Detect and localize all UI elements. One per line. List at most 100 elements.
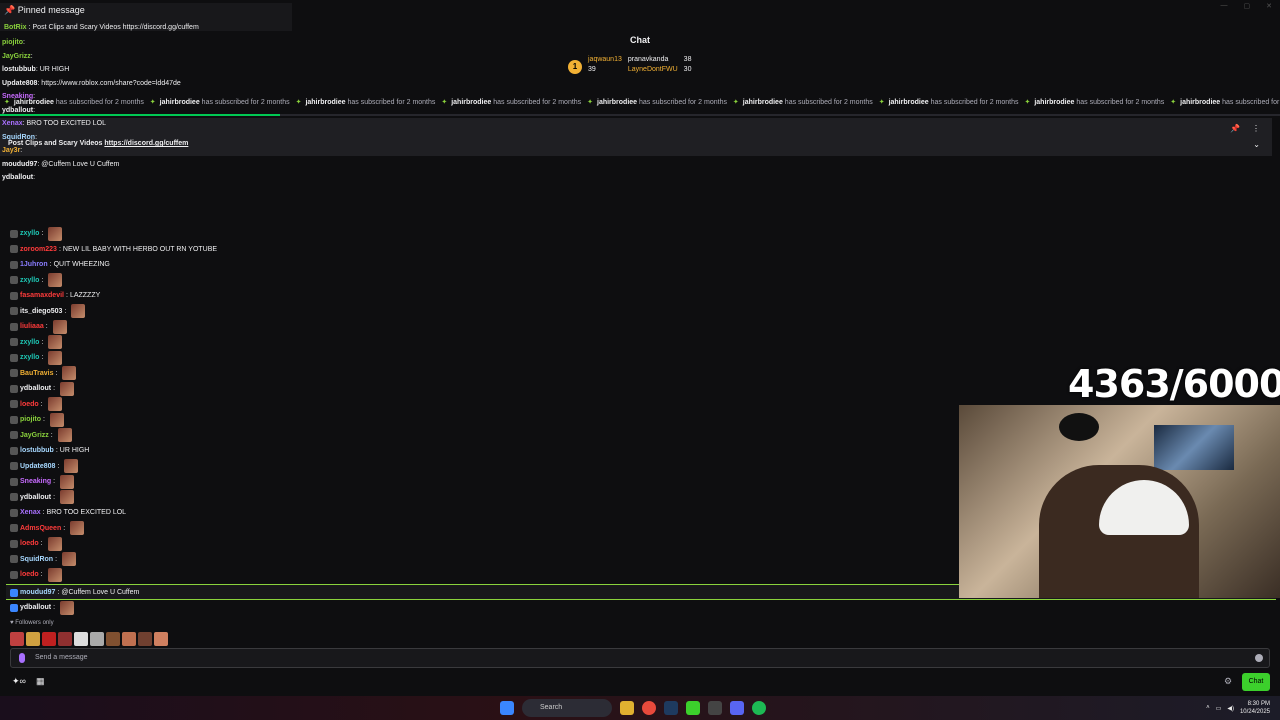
- windows-start-icon[interactable]: [500, 701, 514, 715]
- chat-user[interactable]: loedo: [20, 536, 39, 552]
- leaderboard: 1 jaqwaun13 39 pranavkanda LayneDontFWU …: [568, 56, 718, 80]
- chat-message: zxyllo:: [10, 273, 950, 289]
- chat-user[interactable]: ydballout: [20, 490, 51, 506]
- chat-user[interactable]: moudud97: [2, 161, 37, 168]
- chat-user[interactable]: Xenax: [20, 505, 41, 521]
- leader-first-name[interactable]: jaqwaun13: [588, 56, 622, 63]
- chat-text: NEW LIL BABY WITH HERBO OUT RN YOTUBE: [62, 245, 218, 253]
- ticker-text: has subscribed for 2 months: [928, 99, 1021, 106]
- emote-icon[interactable]: [90, 632, 104, 646]
- badge-icon: [10, 508, 18, 517]
- chat-user[interactable]: lostubbub: [2, 66, 36, 73]
- emote-strip: [10, 632, 168, 646]
- minimize-icon[interactable]: —: [1221, 2, 1228, 10]
- chat-user[interactable]: ydballout: [2, 107, 33, 114]
- chat-user[interactable]: piojito: [2, 39, 23, 46]
- maximize-icon[interactable]: ▢: [1244, 2, 1251, 10]
- overlay-chat-line: piojito:: [2, 36, 332, 50]
- chat-user[interactable]: SquidRon: [2, 134, 35, 141]
- gear-icon[interactable]: ⚙: [1224, 676, 1232, 687]
- chat-user[interactable]: zxyllo: [20, 350, 39, 366]
- emoji-icon[interactable]: [1255, 654, 1263, 662]
- badge-icon: [10, 570, 18, 579]
- close-icon[interactable]: ✕: [1266, 2, 1272, 10]
- chevron-up-icon[interactable]: ˄: [1206, 705, 1210, 711]
- ticker-text: has subscribed for 2 months: [637, 99, 729, 106]
- emote-icon[interactable]: [74, 632, 88, 646]
- overlay-chat-line: Sneaking:: [2, 90, 332, 104]
- chat-user[interactable]: zxyllo: [20, 335, 39, 351]
- chat-text: :: [23, 39, 25, 46]
- chat-user[interactable]: Sneaking: [2, 93, 33, 100]
- emote-icon[interactable]: [154, 632, 168, 646]
- chat-message: loedo:: [10, 397, 950, 413]
- chat-message: zoroom223: NEW LIL BABY WITH HERBO OUT R…: [10, 242, 950, 258]
- emote-icon: [64, 459, 79, 474]
- chat-user[interactable]: AdmsQueen: [20, 521, 61, 537]
- steam-icon[interactable]: [664, 701, 678, 715]
- taskbar-search[interactable]: Search: [522, 699, 612, 717]
- network-icon[interactable]: ▭: [1216, 705, 1222, 712]
- app-icon[interactable]: [708, 701, 722, 715]
- chat-user[interactable]: BauTravis: [20, 366, 53, 382]
- chat-user[interactable]: JayGrizz: [20, 428, 49, 444]
- leader-second-name[interactable]: pranavkanda: [628, 56, 678, 63]
- chat-user[interactable]: piojito: [20, 412, 41, 428]
- chat-user[interactable]: loedo: [20, 397, 39, 413]
- chat-user[interactable]: liuliaaa: [20, 319, 44, 335]
- chat-user[interactable]: Update808: [20, 459, 55, 475]
- more-options-icon[interactable]: ⋮: [1252, 124, 1260, 133]
- chat-user[interactable]: loedo: [20, 567, 39, 583]
- chat-user[interactable]: Sneaking: [20, 474, 51, 490]
- chat-user[interactable]: Jay3r: [2, 147, 20, 154]
- discord-icon[interactable]: [730, 701, 744, 715]
- chrome-icon[interactable]: [642, 701, 656, 715]
- clock[interactable]: 8:30 PM 10/24/2025: [1240, 700, 1270, 716]
- ticker-user: jahirbrodiee: [888, 99, 929, 106]
- overlay-chat-line: lostubbub: UR HIGH: [2, 63, 332, 77]
- chat-message: AdmsQueen:: [10, 521, 950, 537]
- chat-user[interactable]: Xenax: [2, 120, 23, 127]
- emote-icon[interactable]: [42, 632, 56, 646]
- chat-user[interactable]: ydballout: [20, 600, 51, 616]
- pin-icon[interactable]: 📌: [1230, 124, 1240, 133]
- chevron-down-icon[interactable]: ⌄: [1253, 140, 1260, 149]
- chat-user[interactable]: zoroom223: [20, 242, 57, 258]
- chat-text: : @Cuffem Love U Cuffem: [37, 160, 120, 168]
- chat-user[interactable]: Update808: [2, 80, 37, 87]
- chat-user[interactable]: ydballout: [20, 381, 51, 397]
- file-explorer-icon[interactable]: [620, 701, 634, 715]
- window-controls: — ▢ ✕: [1221, 2, 1273, 10]
- chat-user[interactable]: zxyllo: [20, 226, 39, 242]
- emote-icon[interactable]: [10, 632, 24, 646]
- highlighted-user[interactable]: moudud97: [20, 585, 55, 601]
- spotify-icon[interactable]: [752, 701, 766, 715]
- ticker-user: jahirbrodiee: [1034, 99, 1075, 106]
- emote-icon: [47, 397, 62, 412]
- chat-user[interactable]: SquidRon: [20, 552, 53, 568]
- chat-user[interactable]: ydballout: [2, 174, 33, 181]
- emote-icon[interactable]: [58, 632, 72, 646]
- chat-user[interactable]: JayGrizz: [2, 53, 31, 60]
- chat-user[interactable]: lostubbub: [20, 443, 54, 459]
- emote-icon[interactable]: [138, 632, 152, 646]
- points-icon[interactable]: ✦∞: [12, 676, 26, 687]
- chat-user[interactable]: zxyllo: [20, 273, 39, 289]
- emote-icon: [48, 335, 63, 350]
- chat-user[interactable]: fasamaxdevil: [20, 288, 64, 304]
- emote-icon[interactable]: [106, 632, 120, 646]
- chat-user[interactable]: its_diego503: [20, 304, 62, 320]
- gift-icon[interactable]: ▦: [36, 676, 45, 687]
- chat-user[interactable]: 1Juhron: [20, 257, 48, 273]
- chat-message: liuliaaa:: [10, 319, 950, 335]
- volume-icon[interactable]: ◀): [1227, 705, 1234, 712]
- chat-send-button[interactable]: Chat: [1242, 673, 1270, 691]
- emote-icon[interactable]: [122, 632, 136, 646]
- app-icon[interactable]: [686, 701, 700, 715]
- leader-third-name[interactable]: LayneDontFWU: [628, 66, 678, 73]
- mic-icon[interactable]: [19, 653, 25, 663]
- emote-icon[interactable]: [26, 632, 40, 646]
- badge-icon: [10, 588, 18, 597]
- chat-input[interactable]: Send a message: [10, 648, 1270, 668]
- leader-third-count: 30: [683, 66, 692, 73]
